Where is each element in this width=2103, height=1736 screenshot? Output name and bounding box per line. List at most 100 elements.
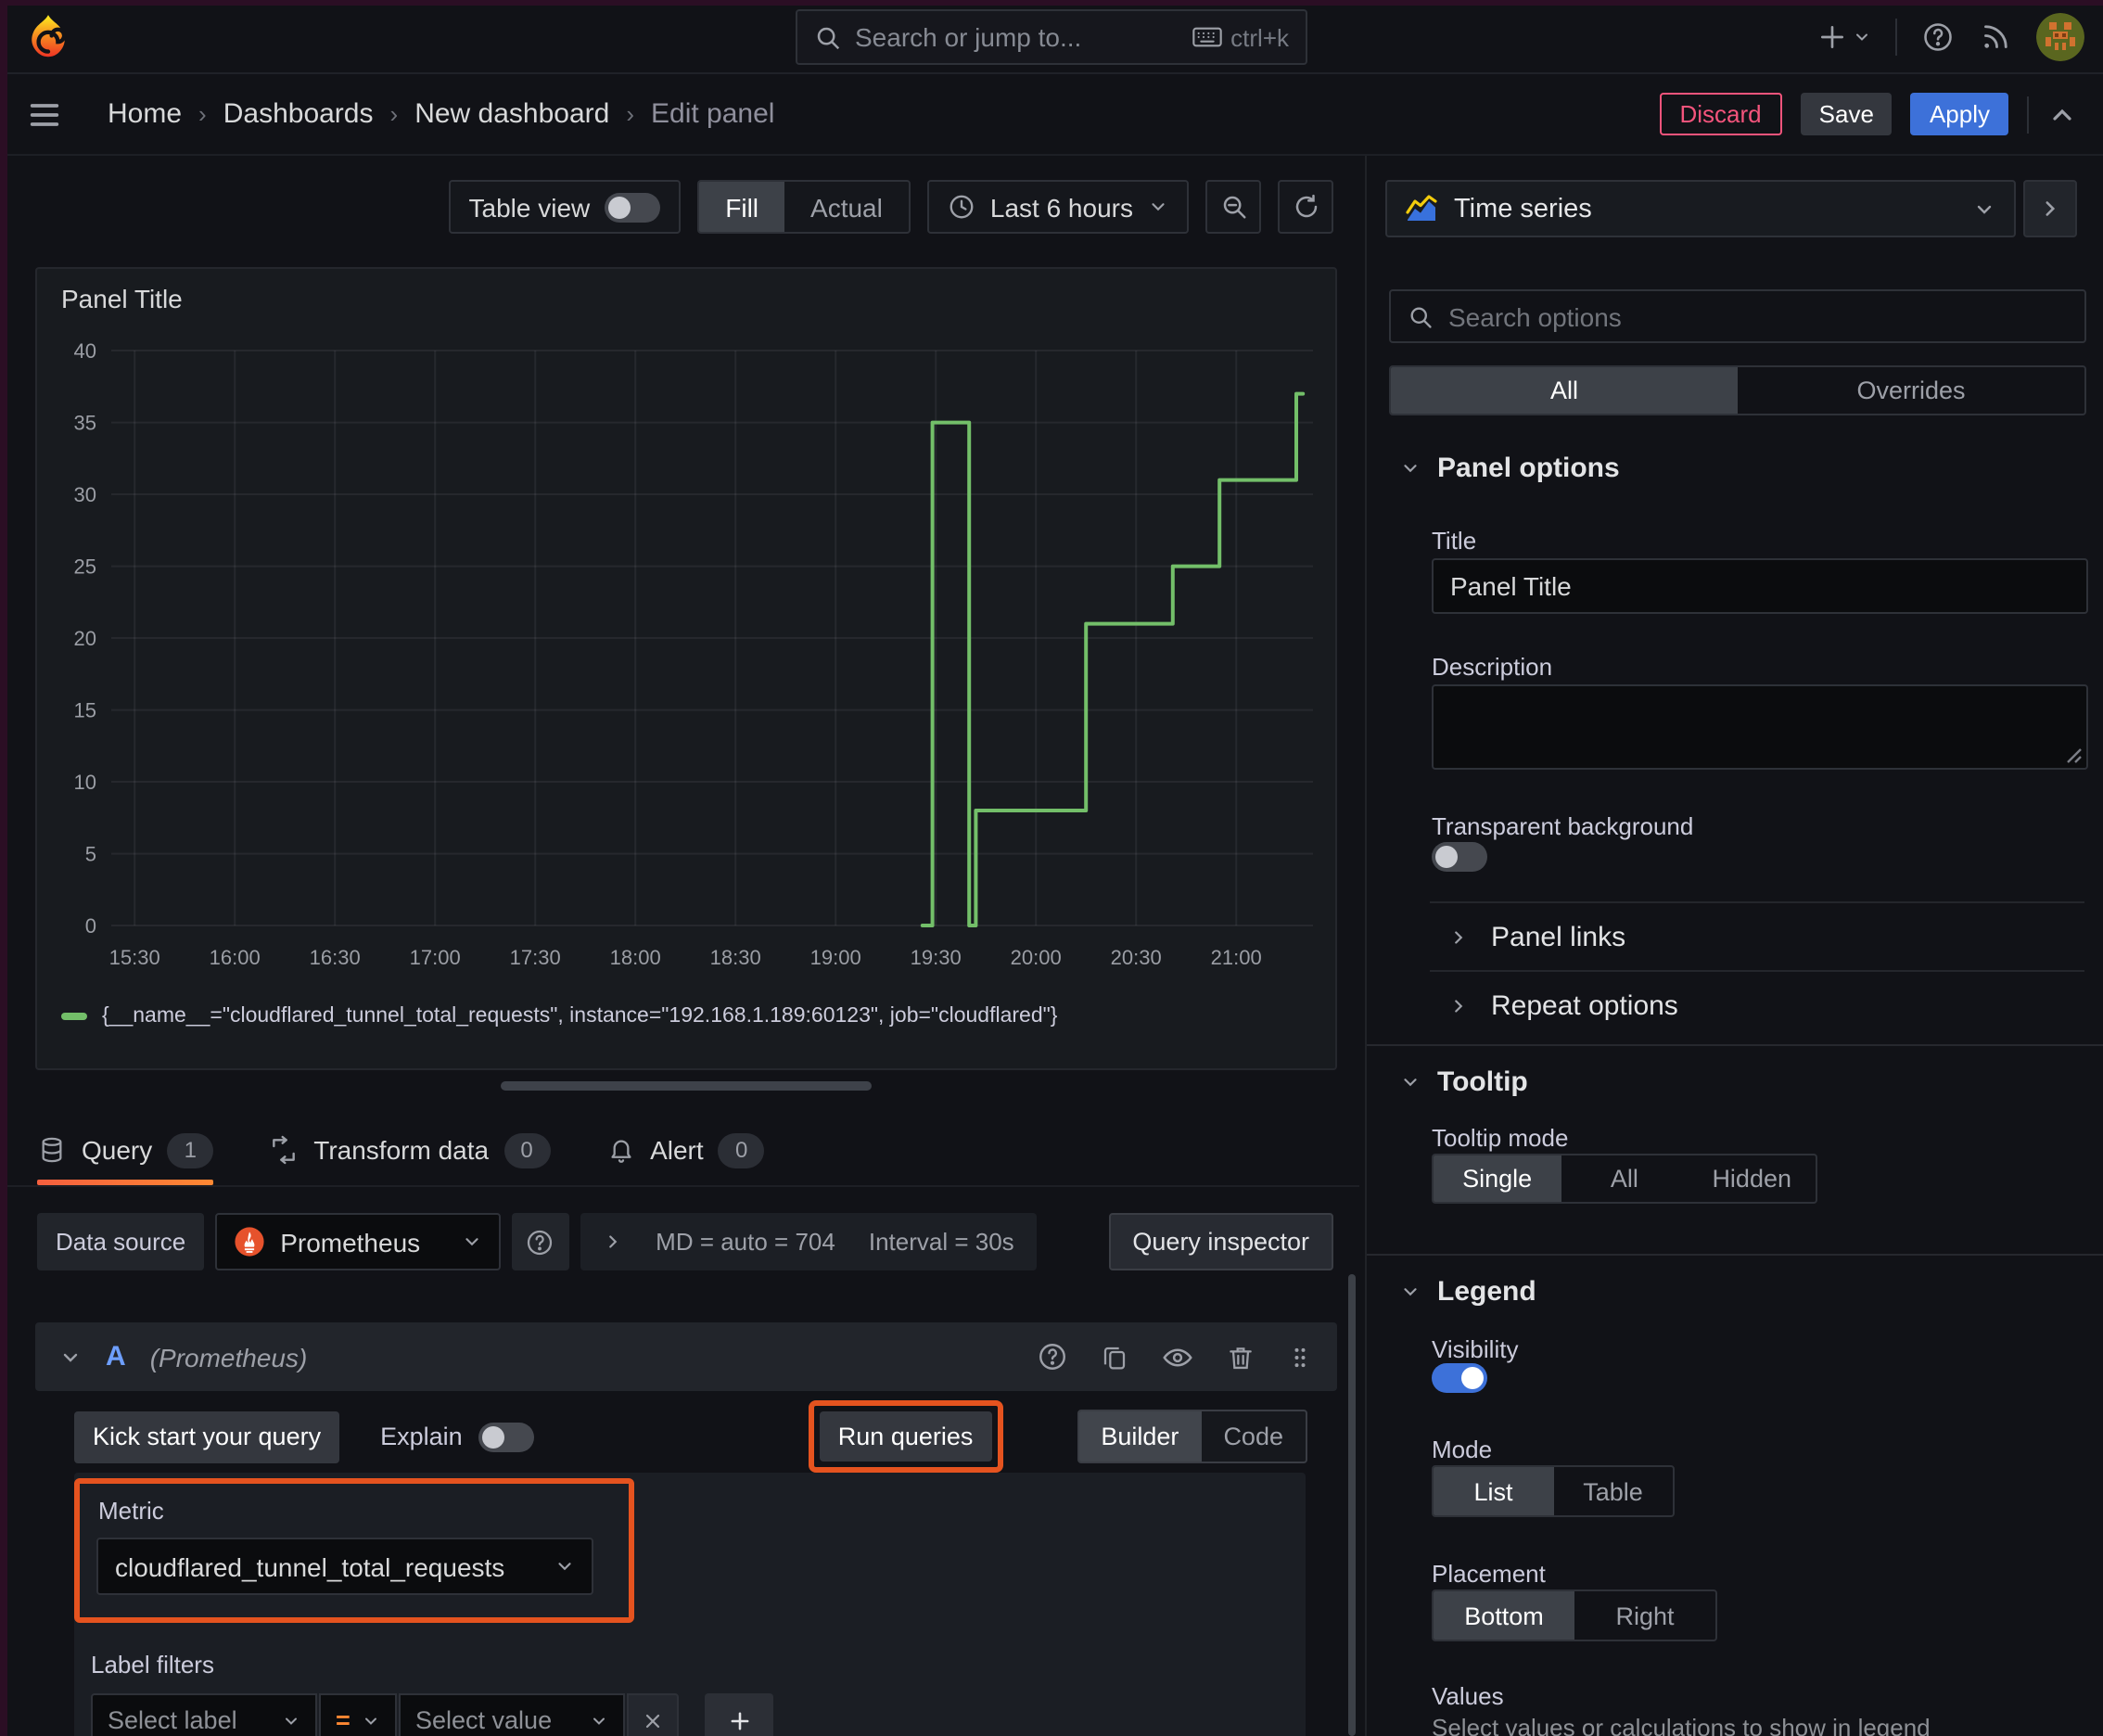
query-inspector-button[interactable]: Query inspector	[1108, 1213, 1333, 1270]
tooltip-mode-hidden[interactable]: Hidden	[1688, 1155, 1816, 1202]
remove-filter-button[interactable]	[627, 1693, 679, 1736]
discard-button[interactable]: Discard	[1659, 93, 1782, 135]
window-edge-top	[0, 0, 2103, 6]
transparent-background-toggle[interactable]	[1432, 842, 1487, 872]
legend-values-hint: Select values or calculations to show in…	[1432, 1714, 1931, 1736]
help-icon[interactable]	[1921, 20, 1955, 54]
legend-mode-table[interactable]: Table	[1553, 1467, 1673, 1515]
refresh-button[interactable]	[1278, 180, 1333, 234]
builder-option[interactable]: Builder	[1078, 1411, 1202, 1462]
chevron-down-icon	[554, 1556, 575, 1576]
actual-option[interactable]: Actual	[784, 182, 909, 232]
table-view-control: Table view	[448, 180, 682, 234]
topbar-actions	[1817, 0, 2084, 74]
query-row-header[interactable]: A (Prometheus)	[35, 1322, 1337, 1391]
breadcrumb-home[interactable]: Home	[108, 98, 182, 130]
chevron-down-icon	[1400, 1072, 1421, 1092]
grafana-logo-icon[interactable]	[24, 13, 72, 61]
zoom-out-icon	[1219, 193, 1247, 221]
panel-toolbar: Table view Fill Actual Last 6 hours	[0, 180, 1359, 234]
svg-text:18:30: 18:30	[710, 946, 761, 969]
operator-dropdown[interactable]: =	[319, 1693, 397, 1736]
user-avatar[interactable]	[2036, 13, 2084, 61]
save-button[interactable]: Save	[1800, 93, 1893, 135]
description-textarea[interactable]	[1432, 684, 2088, 770]
panel-preview: Panel Title 15:30 16:00 16:30 17:00 17:30 18:…	[35, 267, 1337, 1070]
zoom-out-button[interactable]	[1205, 180, 1261, 234]
time-series-chart[interactable]: 15:30 16:00 16:30 17:00 17:30 18:00 18:30 19:00…	[48, 325, 1328, 1015]
legend-placement-right[interactable]: Right	[1574, 1591, 1715, 1640]
toggle-viz-picker-button[interactable]	[2023, 180, 2077, 237]
legend-placement-bottom[interactable]: Bottom	[1434, 1591, 1574, 1640]
tab-query-label: Query	[82, 1135, 153, 1165]
legend-series-name[interactable]: {__name__="cloudflared_tunnel_total_requ…	[102, 1005, 1057, 1028]
tab-transform-data[interactable]: Transform data 0	[269, 1115, 551, 1185]
delete-query-trash-icon[interactable]	[1226, 1342, 1255, 1372]
datasource-picker[interactable]: Prometheus	[215, 1213, 501, 1270]
time-range-picker[interactable]: Last 6 hours	[926, 180, 1189, 234]
tooltip-mode-all[interactable]: All	[1561, 1155, 1688, 1202]
code-option[interactable]: Code	[1201, 1411, 1306, 1462]
kick-start-query-button[interactable]: Kick start your query	[74, 1410, 340, 1462]
global-search-input[interactable]: Search or jump to... ctrl+k	[796, 9, 1307, 65]
chevron-down-icon[interactable]	[59, 1346, 82, 1368]
resize-drag-handle[interactable]	[501, 1081, 872, 1091]
tab-all[interactable]: All	[1391, 367, 1738, 414]
panel-options-pane: Time series Search options All Overrides…	[1365, 156, 2103, 1736]
tab-query[interactable]: Query 1	[37, 1115, 214, 1185]
clock-icon	[948, 193, 975, 221]
select-label-dropdown[interactable]: Select label	[91, 1693, 317, 1736]
breadcrumb-separator: ›	[389, 100, 399, 128]
time-series-viz-icon	[1406, 195, 1437, 223]
tab-overrides[interactable]: Overrides	[1738, 367, 2084, 414]
transform-icon	[269, 1135, 299, 1165]
add-new-button[interactable]	[1817, 22, 1871, 52]
svg-text:30: 30	[74, 483, 96, 506]
label-filters-label: Label filters	[91, 1651, 214, 1679]
tab-alert[interactable]: Alert 0	[605, 1115, 765, 1185]
vertical-scrollbar[interactable]	[1348, 1274, 1356, 1736]
section-legend[interactable]: Legend	[1400, 1276, 1536, 1308]
select-value-dropdown[interactable]: Select value	[399, 1693, 625, 1736]
query-options-summary[interactable]: MD = auto = 704 Interval = 30s	[580, 1213, 1037, 1270]
svg-text:19:30: 19:30	[911, 946, 962, 969]
add-filter-button[interactable]	[705, 1693, 773, 1736]
fill-option[interactable]: Fill	[699, 182, 785, 232]
duplicate-query-icon[interactable]	[1100, 1342, 1129, 1372]
tooltip-mode-single[interactable]: Single	[1434, 1155, 1561, 1202]
options-search-input[interactable]: Search options	[1389, 289, 2086, 343]
datasource-help-button[interactable]	[511, 1213, 569, 1270]
metric-select[interactable]: cloudflared_tunnel_total_requests	[96, 1538, 593, 1595]
svg-text:15:30: 15:30	[109, 946, 160, 969]
section-repeat-options[interactable]: Repeat options	[1367, 972, 2103, 1039]
apply-button[interactable]: Apply	[1910, 93, 2008, 135]
legend-visibility-label: Visibility	[1432, 1335, 1519, 1363]
breadcrumb-dashboards[interactable]: Dashboards	[223, 98, 374, 130]
table-view-toggle[interactable]	[605, 192, 661, 222]
chevron-down-icon	[1400, 458, 1421, 479]
menu-hamburger-icon[interactable]	[26, 96, 63, 133]
collapse-up-icon[interactable]	[2047, 99, 2077, 129]
news-rss-icon[interactable]	[1979, 20, 2012, 54]
legend-mode-list[interactable]: List	[1434, 1467, 1553, 1515]
builder-code-switch: Builder Code	[1077, 1410, 1307, 1463]
visualization-name: Time series	[1454, 194, 1592, 223]
panel-title-input[interactable]	[1432, 558, 2088, 614]
legend-visibility-toggle[interactable]	[1432, 1363, 1487, 1393]
explain-toggle[interactable]	[478, 1422, 535, 1451]
section-tooltip[interactable]: Tooltip	[1400, 1066, 1528, 1098]
window-edge-left	[0, 0, 7, 1736]
chevron-right-icon	[2038, 197, 2062, 221]
visualization-picker[interactable]: Time series	[1385, 180, 2016, 237]
svg-text:16:00: 16:00	[210, 946, 261, 969]
section-panel-links[interactable]: Panel links	[1367, 903, 2103, 970]
disable-query-eye-icon[interactable]	[1161, 1340, 1194, 1373]
section-panel-options[interactable]: Panel options	[1400, 453, 1620, 484]
metric-label: Metric	[98, 1497, 164, 1525]
drag-grip-icon[interactable]	[1287, 1342, 1313, 1372]
interval-stat: Interval = 30s	[868, 1228, 1014, 1256]
breadcrumb-new-dashboard[interactable]: New dashboard	[414, 98, 609, 130]
run-queries-button[interactable]: Run queries	[819, 1411, 992, 1462]
tab-alert-count: 0	[718, 1132, 765, 1168]
query-help-icon[interactable]	[1037, 1341, 1068, 1372]
